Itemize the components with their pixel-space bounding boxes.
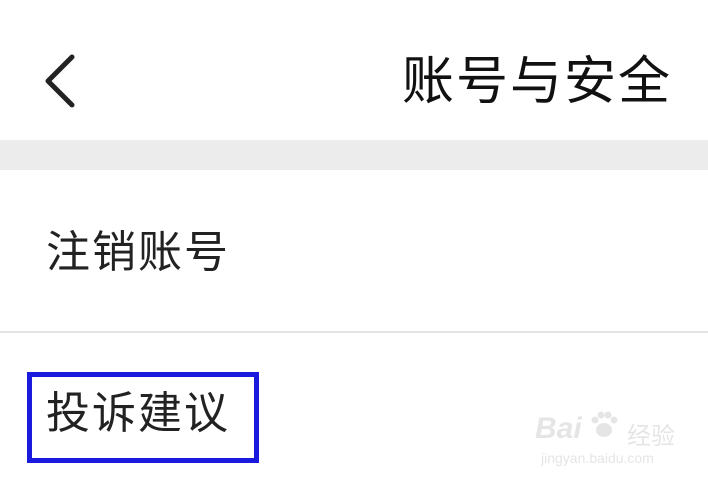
- top-bar: 账号与安全: [0, 0, 708, 140]
- chevron-left-icon: [45, 54, 75, 108]
- back-button[interactable]: [30, 45, 90, 115]
- menu-item-feedback[interactable]: 投诉建议: [0, 333, 708, 484]
- section-divider: [0, 140, 708, 170]
- page-title: 账号与安全: [401, 52, 672, 112]
- menu-item-deactivate-account[interactable]: 注销账号: [0, 170, 708, 332]
- menu-item-label: 投诉建议: [46, 388, 230, 439]
- menu-item-label: 注销账号: [46, 227, 230, 278]
